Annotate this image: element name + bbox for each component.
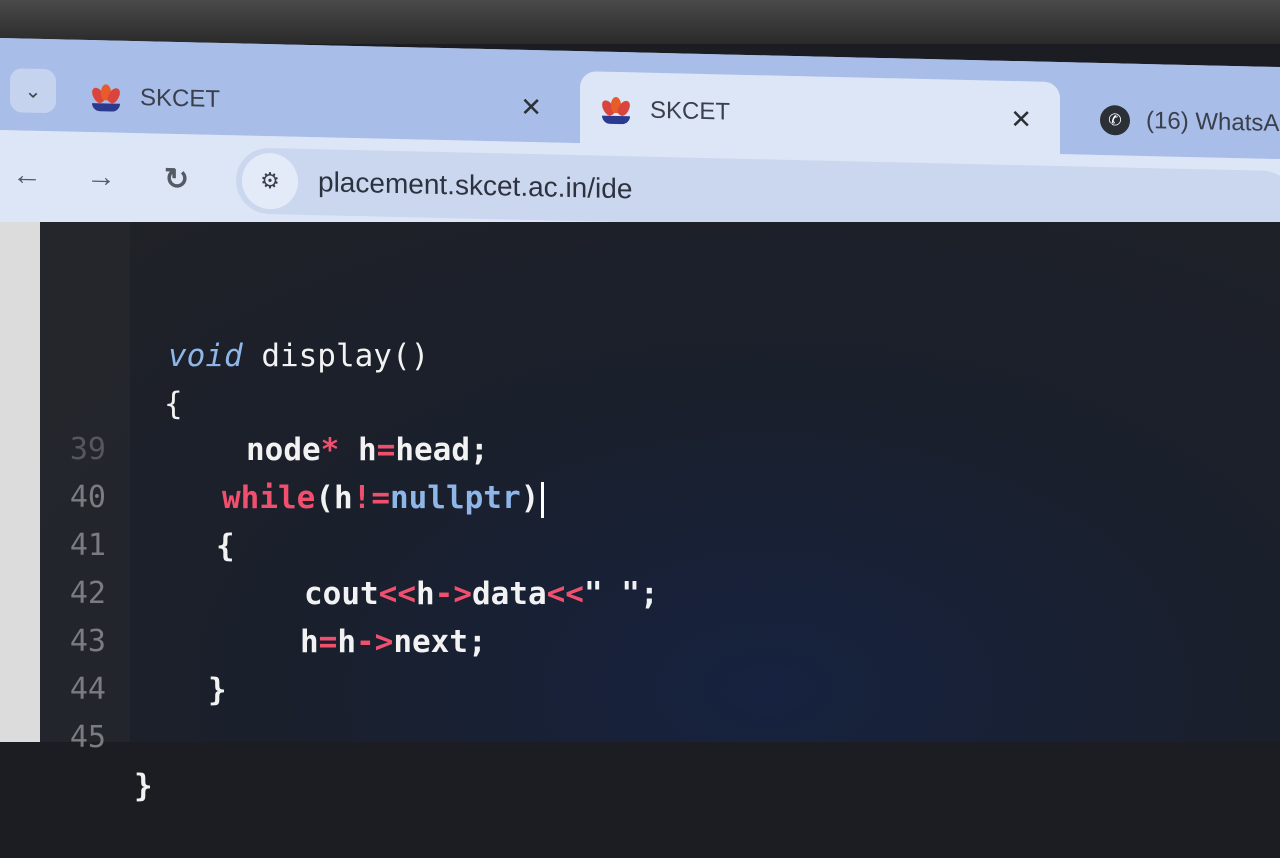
code-line[interactable]: 45 } [0,666,1200,804]
code-line[interactable]: 44 [0,618,1200,707]
back-button[interactable]: ← [12,158,42,193]
close-icon[interactable]: ✕ [520,91,542,122]
tab-title: SKCET [140,84,221,113]
code-line[interactable]: 43 } [0,570,1200,708]
code-line[interactable]: 41 cout<<h->data<<" "; [0,474,1200,612]
code-line[interactable]: { [0,284,1200,422]
code-text: } [134,768,153,804]
url-text[interactable]: placement.skcet.ac.in/ide [318,166,632,205]
tune-icon[interactable]: ⚙ [242,152,298,210]
skcet-logo-icon [599,96,633,125]
code-line[interactable]: 42 h=h->next; [0,522,1200,660]
code-line[interactable]: 40 { [0,426,1200,564]
close-icon[interactable]: ✕ [1010,103,1032,134]
chevron-down-icon: ⌄ [24,80,42,103]
tab-search-button[interactable]: ⌄ [10,68,56,114]
code-editor[interactable]: void display() { node* h=head; 39 while(… [0,222,1280,804]
forward-button[interactable]: → [86,160,116,195]
screen-bezel [0,0,1280,44]
code-line[interactable]: node* h=head; [0,330,1200,468]
skcet-logo-icon [89,83,123,112]
tab-whatsapp[interactable]: ✆ (16) WhatsAp [1080,85,1280,160]
code-line[interactable]: 39 while(h!=nullptr) [0,378,1200,518]
code-line[interactable]: void display() [0,236,1200,374]
tab-skcet-1[interactable]: SKCET ✕ [70,62,570,143]
line-number: 45 [69,720,106,755]
reload-button[interactable]: ↻ [164,162,189,198]
tab-title: SKCET [650,96,731,126]
tab-title: (16) WhatsAp [1146,107,1280,138]
whatsapp-icon: ✆ [1100,104,1130,136]
